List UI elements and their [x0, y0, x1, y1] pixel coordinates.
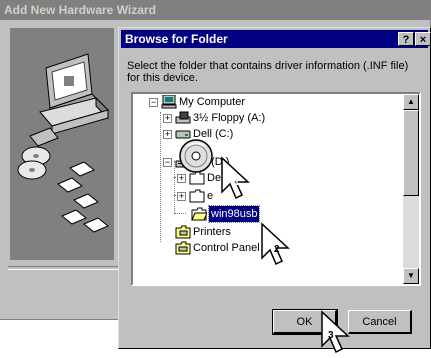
instruction-text: Select the folder that contains driver i… — [127, 60, 409, 84]
tree-node-label: Dell (C:) — [193, 128, 234, 140]
cd-drive-icon — [175, 160, 191, 168]
tree-node-label: Dell — [207, 172, 226, 184]
computer-illustration-icon — [29, 53, 109, 147]
printer-folder-icon — [175, 225, 191, 239]
tree-node-label: Printers — [193, 226, 231, 238]
expand-icon[interactable]: + — [177, 174, 186, 183]
browse-for-folder-dialog: Browse for Folder ? × Select the folder … — [118, 27, 431, 349]
close-button[interactable]: × — [415, 32, 431, 46]
tree-vertical-scrollbar[interactable]: ▲ ▼ — [403, 94, 419, 284]
folder-tree-view[interactable]: − My Computer + 3½ Floppy (A:) + Dell (C… — [131, 92, 421, 286]
control-panel-folder-icon — [175, 241, 191, 255]
tree-node-label: My Computer — [179, 96, 246, 108]
tree-node-label: Control Panel — [193, 242, 260, 254]
wizard-illustration — [10, 28, 114, 260]
dialog-titlebar[interactable]: Browse for Folder ? × — [121, 30, 431, 48]
tree-node-label: e — [207, 190, 214, 202]
wizard-title: Add New Hardware Wizard — [0, 0, 431, 20]
expand-icon[interactable]: + — [163, 130, 172, 139]
expand-icon[interactable]: + — [163, 114, 172, 123]
collapse-icon[interactable]: − — [149, 98, 158, 107]
folder-icon — [189, 189, 205, 203]
scroll-thumb[interactable] — [403, 110, 419, 196]
tree-node-label: 3½ Floppy (A:) — [193, 112, 266, 124]
ok-button[interactable]: OK — [272, 309, 338, 335]
scroll-up-button[interactable]: ▲ — [403, 94, 419, 110]
my-computer-icon — [161, 95, 177, 109]
floppy-drive-icon — [175, 111, 191, 124]
hard-drive-icon — [175, 130, 191, 139]
wizard-separator — [8, 266, 121, 270]
tree-node-label: win98usb — [207, 205, 261, 223]
tree-line — [174, 213, 186, 214]
expand-icon[interactable]: + — [177, 192, 186, 201]
tree-node-label: HP (D:) — [193, 156, 230, 168]
collapse-icon[interactable]: − — [163, 158, 172, 167]
disc-icon — [17, 146, 51, 180]
help-button[interactable]: ? — [398, 32, 414, 46]
scroll-down-button[interactable]: ▼ — [403, 268, 419, 284]
folder-icon — [189, 171, 205, 185]
floppy-disks-icon — [57, 161, 109, 233]
tree-line — [160, 112, 161, 242]
cancel-button[interactable]: Cancel — [348, 310, 412, 334]
dialog-title: Browse for Folder — [125, 32, 228, 46]
open-folder-icon — [191, 207, 207, 221]
